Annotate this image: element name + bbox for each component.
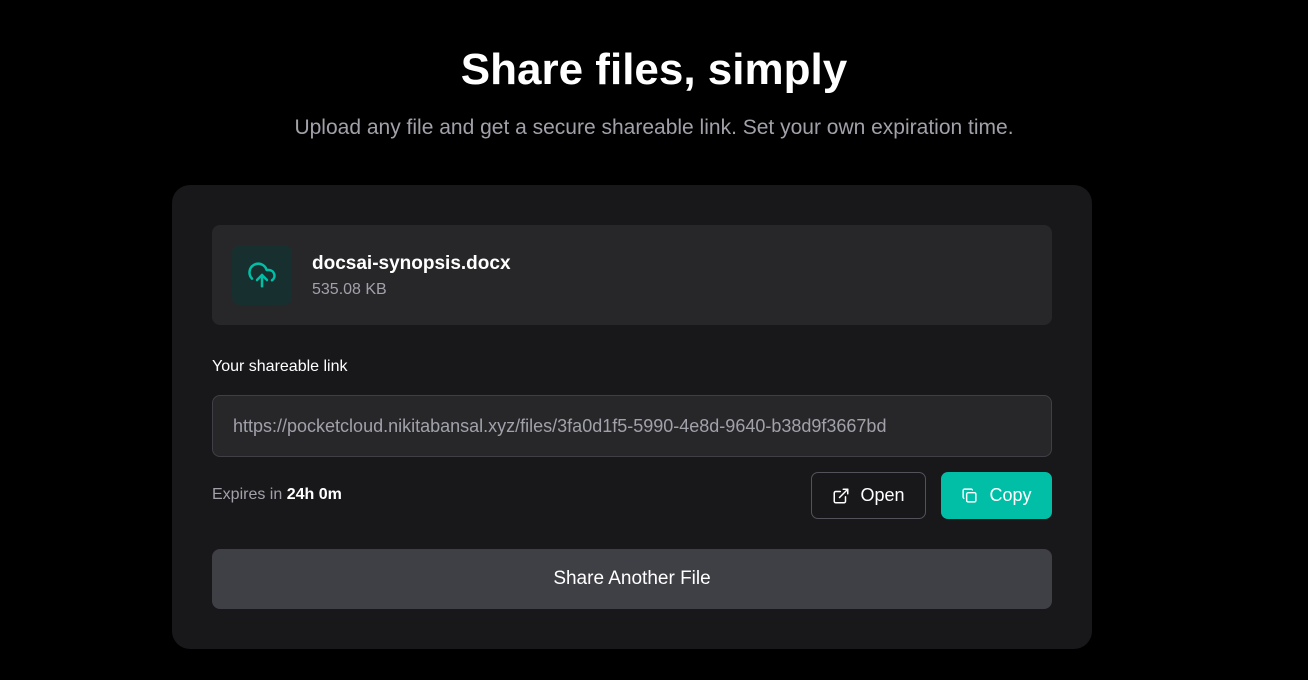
shareable-link-input[interactable] — [212, 395, 1052, 457]
file-info-box: docsai-synopsis.docx 535.08 KB — [212, 225, 1052, 325]
file-icon-container — [232, 245, 292, 305]
cloud-upload-icon — [247, 260, 277, 290]
share-another-file-button[interactable]: Share Another File — [212, 549, 1052, 609]
expiration-prefix: Expires in — [212, 486, 283, 503]
file-size: 535.08 KB — [312, 281, 387, 298]
page-subtitle: Upload any file and get a secure shareab… — [294, 116, 1014, 139]
page: Share files, simply Upload any file and … — [0, 0, 1308, 680]
copy-icon — [961, 487, 979, 505]
copy-button[interactable]: Copy — [941, 472, 1052, 519]
expiration-text: Expires in 24h 0m — [212, 485, 342, 505]
page-title: Share files, simply — [460, 45, 848, 94]
open-button-label: Open — [860, 485, 905, 505]
external-link-icon — [832, 487, 850, 505]
shareable-link-label: Your shareable link — [212, 358, 348, 375]
copy-button-label: Copy — [989, 485, 1032, 505]
open-button[interactable]: Open — [811, 472, 926, 519]
expiration-value: 24h 0m — [286, 486, 342, 503]
file-name: docsai-synopsis.docx — [312, 253, 511, 274]
share-card: docsai-synopsis.docx 535.08 KB Your shar… — [172, 185, 1092, 649]
